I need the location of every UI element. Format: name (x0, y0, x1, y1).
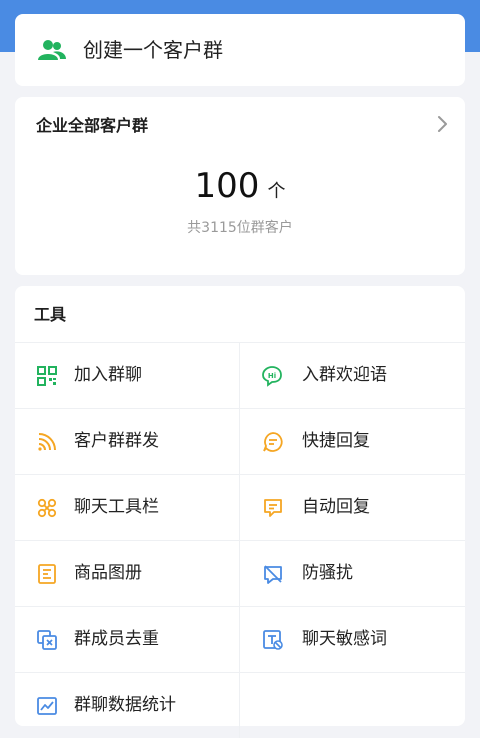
tool-label: 防骚扰 (302, 563, 353, 583)
toolbar-icon (37, 498, 57, 518)
tool-group-stats[interactable]: 群聊数据统计 (15, 673, 240, 738)
group-count-unit: 个 (267, 181, 286, 202)
tool-label: 群成员去重 (74, 629, 159, 649)
tool-label: 聊天敏感词 (302, 629, 387, 649)
tools-grid: 加入群聊 Hi 入群欢迎语 客户群群发 快捷回复 聊天工具栏 自动回复 商品图册… (15, 342, 465, 738)
tool-label: 商品图册 (74, 563, 142, 583)
tool-anti-harassment[interactable]: 防骚扰 (240, 541, 465, 606)
qr-code-icon (37, 366, 57, 386)
tool-welcome-message[interactable]: Hi 入群欢迎语 (240, 343, 465, 408)
tool-label: 入群欢迎语 (302, 365, 387, 385)
quick-reply-icon (263, 432, 283, 452)
auto-reply-icon (264, 499, 282, 517)
hi-chat-icon: Hi (262, 366, 282, 387)
tool-label: 聊天工具栏 (74, 497, 159, 517)
all-groups-card[interactable]: 企业全部客户群 100 个 共3115位群客户 (15, 97, 465, 275)
tool-label: 群聊数据统计 (74, 695, 176, 715)
tool-label: 自动回复 (302, 497, 370, 517)
tool-auto-reply[interactable]: 自动回复 (240, 475, 465, 540)
tool-join-group[interactable]: 加入群聊 (15, 343, 240, 408)
catalog-icon (38, 564, 56, 584)
tool-quick-reply[interactable]: 快捷回复 (240, 409, 465, 474)
tools-card: 工具 加入群聊 Hi 入群欢迎语 客户群群发 快捷回复 聊天工具栏 自动回复 商… (15, 286, 465, 738)
dedupe-icon (37, 630, 57, 650)
add-group-icon (38, 40, 66, 60)
create-group-label: 创建一个客户群 (83, 38, 223, 62)
tool-product-catalog[interactable]: 商品图册 (15, 541, 240, 606)
group-count: 100 个 (15, 164, 465, 208)
tool-sensitive-words[interactable]: 聊天敏感词 (240, 607, 465, 672)
tool-member-dedupe[interactable]: 群成员去重 (15, 607, 240, 672)
tool-label: 加入群聊 (74, 365, 142, 385)
broadcast-icon (38, 433, 56, 451)
create-group-button[interactable]: 创建一个客户群 (15, 14, 465, 86)
no-disturb-icon (264, 565, 282, 584)
tool-empty-slot (240, 673, 465, 738)
all-groups-title: 企业全部客户群 (36, 116, 149, 135)
tool-group-broadcast[interactable]: 客户群群发 (15, 409, 240, 474)
sensitive-word-icon (263, 630, 283, 650)
stats-icon (37, 697, 57, 715)
svg-text:Hi: Hi (268, 372, 276, 380)
group-customer-summary: 共3115位群客户 (187, 220, 293, 236)
group-count-number: 100 (194, 166, 260, 206)
chevron-right-icon[interactable] (435, 115, 449, 133)
tool-label: 快捷回复 (302, 431, 370, 451)
tool-chat-toolbar[interactable]: 聊天工具栏 (15, 475, 240, 540)
tool-label: 客户群群发 (74, 431, 159, 451)
tools-title: 工具 (34, 305, 67, 324)
